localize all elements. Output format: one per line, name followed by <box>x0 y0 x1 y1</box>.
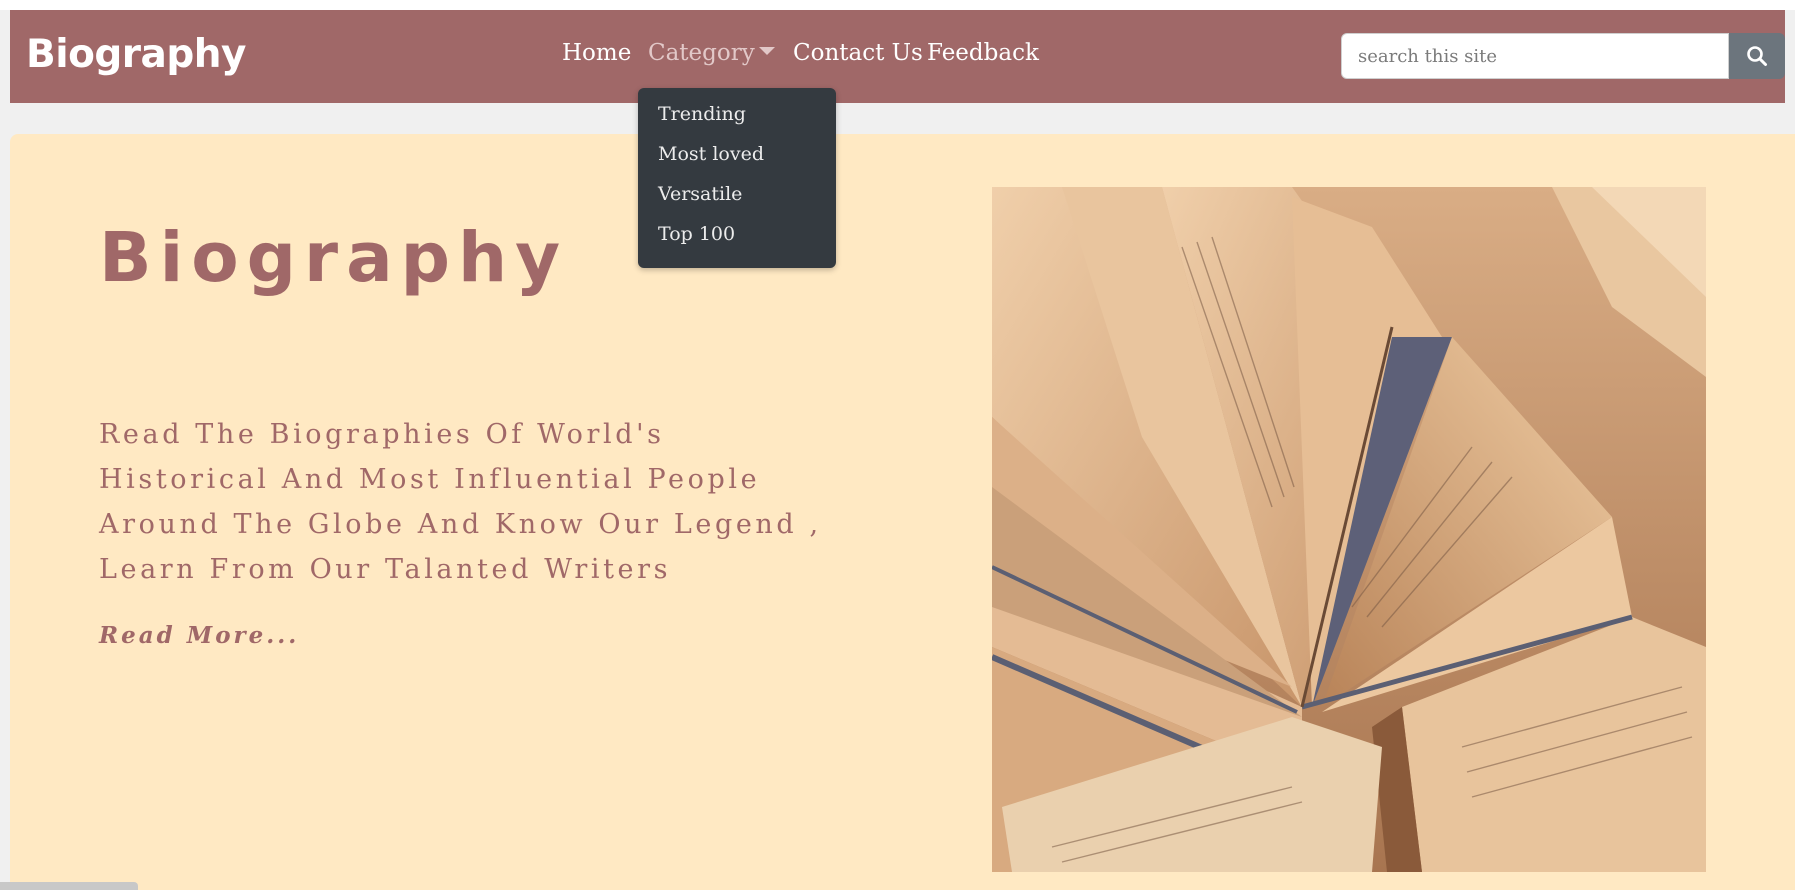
hero-description-line: Read The Biographies Of World's <box>99 419 665 450</box>
hero-title: Biography <box>99 218 569 298</box>
nav-link-category[interactable]: Category <box>648 40 775 66</box>
dropdown-item-top-100[interactable]: Top 100 <box>658 223 735 245</box>
hero-description-line: Learn From Our Talanted Writers <box>99 554 672 585</box>
search-button[interactable] <box>1729 33 1785 79</box>
hero-description: Read The Biographies Of World's Historic… <box>99 412 859 592</box>
nav-link-category-label: Category <box>648 40 755 66</box>
open-books-image <box>992 187 1706 872</box>
search-icon <box>1747 46 1767 66</box>
hero-description-line: Around The Globe And Know Our Legend , <box>99 509 822 540</box>
search-input[interactable] <box>1341 33 1729 79</box>
dropdown-item-versatile[interactable]: Versatile <box>658 183 742 205</box>
browser-top-strip <box>0 0 1795 10</box>
navbar: Biography Home Category Contact Us Feedb… <box>10 10 1785 103</box>
dropdown-item-most-loved[interactable]: Most loved <box>658 143 764 165</box>
brand-logo[interactable]: Biography <box>26 32 246 77</box>
open-books-illustration <box>992 187 1706 872</box>
horizontal-scrollbar-thumb[interactable] <box>0 882 138 890</box>
caret-down-icon <box>758 47 775 55</box>
category-dropdown-menu: Trending Most loved Versatile Top 100 <box>638 88 836 268</box>
nav-link-contact[interactable]: Contact Us <box>793 40 923 66</box>
read-more-link[interactable]: Read More... <box>99 622 299 649</box>
nav-link-feedback[interactable]: Feedback <box>927 40 1039 66</box>
nav-link-home[interactable]: Home <box>562 40 631 66</box>
hero-section: Biography Read The Biographies Of World'… <box>10 134 1795 890</box>
hero-description-line: Historical And Most Influential People <box>99 464 761 495</box>
dropdown-item-trending[interactable]: Trending <box>658 103 746 125</box>
